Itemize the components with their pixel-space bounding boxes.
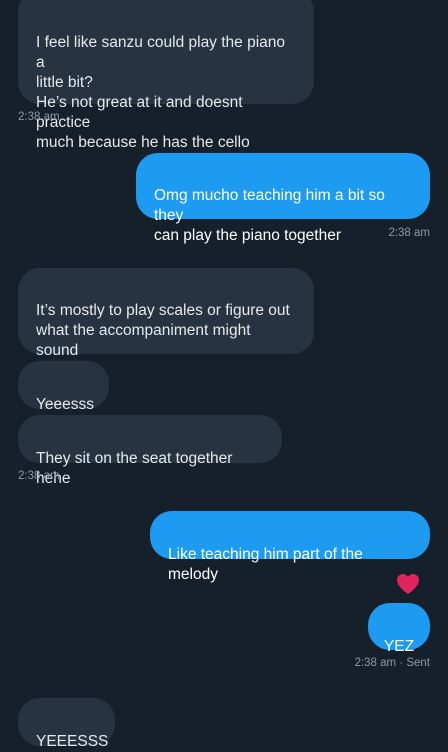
message-bubble-outgoing[interactable]: Like teaching him part of the melody [150, 511, 430, 583]
heart-reaction[interactable] [395, 572, 421, 596]
message-bubble-incoming[interactable]: Yeeesss [18, 361, 109, 413]
message-timestamp: 2:38 am · Sent [354, 657, 430, 669]
message-text: Omg mucho teaching him a bit so they can… [154, 187, 385, 244]
message-timestamp: 2:38 am [18, 111, 60, 123]
message-bubble-incoming[interactable]: They sit on the seat together hehe [18, 415, 282, 487]
message-timestamp: 2:38 am [388, 227, 430, 239]
message-bubble-outgoing[interactable]: YEZ [368, 603, 430, 655]
message-text: I feel like sanzu could play the piano a… [36, 34, 286, 151]
message-text: They sit on the seat together hehe [36, 450, 233, 487]
message-text: Like teaching him part of the melody [168, 546, 363, 583]
message-text: Yeeesss [36, 396, 95, 413]
message-text: YEZ [383, 638, 415, 655]
message-timestamp: 2:38 am [18, 470, 60, 482]
message-bubble-outgoing[interactable]: Omg mucho teaching him a bit so they can… [136, 153, 430, 244]
message-bubble-incoming[interactable]: YEEESSS [18, 698, 115, 750]
heart-icon [397, 574, 419, 594]
message-text: YEEESSS [36, 733, 109, 750]
message-bubble-incoming[interactable]: It’s mostly to play scales or figure out… [18, 268, 314, 379]
message-bubble-incoming[interactable]: I feel like sanzu could play the piano a… [18, 0, 314, 151]
